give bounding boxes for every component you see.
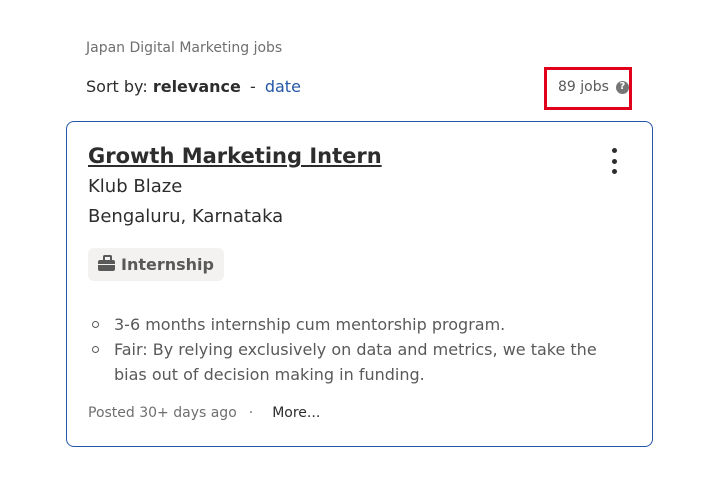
job-title-link[interactable]: Growth Marketing Intern xyxy=(88,144,382,168)
sort-controls: Sort by: relevance - date xyxy=(86,77,301,96)
kebab-menu-icon[interactable] xyxy=(609,148,619,174)
job-type-label: Internship xyxy=(121,255,214,274)
sort-label: Sort by: xyxy=(86,77,148,96)
question-circle-icon[interactable]: ? xyxy=(615,80,629,94)
briefcase-icon xyxy=(98,255,115,271)
job-card[interactable]: Growth Marketing Intern Klub Blaze Benga… xyxy=(66,121,653,447)
sort-separator: - xyxy=(249,77,256,96)
footer-separator: · xyxy=(248,405,254,421)
snippet-text: 3-6 months internship cum mentorship pro… xyxy=(114,315,506,334)
company-name: Klub Blaze xyxy=(88,176,183,197)
job-location: Bengaluru, Karnataka xyxy=(88,206,284,227)
snippet-text: Fair: By relying exclusively on data and… xyxy=(114,340,597,384)
kebab-dot xyxy=(611,148,617,153)
more-link[interactable]: More... xyxy=(272,405,320,421)
bullet-icon xyxy=(92,321,99,328)
snippet-item: Fair: By relying exclusively on data and… xyxy=(88,337,628,387)
job-card-footer: Posted 30+ days ago · More... xyxy=(88,405,320,421)
sort-relevance: relevance xyxy=(152,77,241,96)
job-type-tag: Internship xyxy=(88,248,224,281)
bullet-icon xyxy=(92,346,99,353)
posted-date: Posted 30+ days ago xyxy=(88,405,237,421)
kebab-dot xyxy=(611,158,617,164)
snippet-item: 3-6 months internship cum mentorship pro… xyxy=(88,312,628,337)
job-count-text: 89 jobs xyxy=(558,79,609,95)
job-snippet: 3-6 months internship cum mentorship pro… xyxy=(88,312,628,387)
job-search-results: Japan Digital Marketing jobs Sort by: re… xyxy=(0,0,719,491)
job-count: 89 jobs ? xyxy=(558,79,629,95)
sort-date-link[interactable]: date xyxy=(265,77,301,96)
breadcrumb[interactable]: Japan Digital Marketing jobs xyxy=(86,40,282,56)
kebab-dot xyxy=(611,169,617,174)
